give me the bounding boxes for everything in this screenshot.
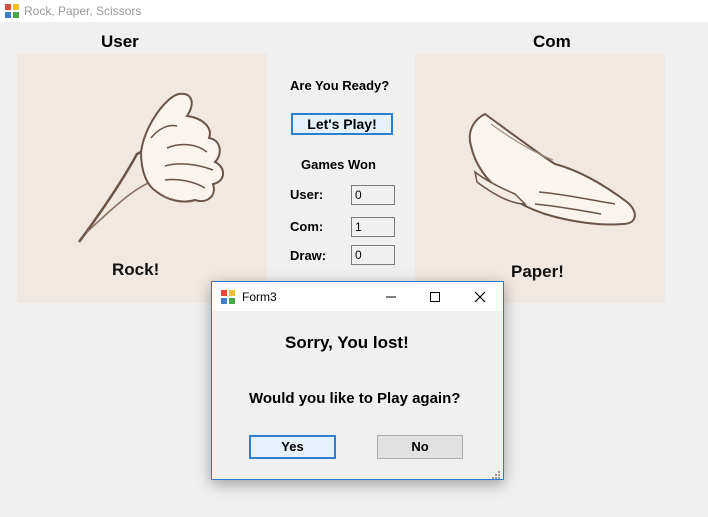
lets-play-button[interactable]: Let's Play!	[291, 113, 393, 135]
user-score-field[interactable]: 0	[351, 185, 395, 205]
ready-label: Are You Ready?	[290, 78, 390, 93]
dialog-title-bar[interactable]: Form3	[212, 282, 503, 311]
dialog-message: Sorry, You lost!	[285, 333, 409, 352]
no-button[interactable]: No	[377, 435, 463, 459]
window-title: Rock, Paper, Scissors	[24, 4, 142, 18]
minimize-button[interactable]	[369, 282, 413, 311]
user-heading: User	[101, 32, 139, 51]
com-choice-label: Paper!	[511, 262, 564, 281]
close-button[interactable]	[458, 282, 502, 311]
minimize-icon	[386, 296, 396, 297]
maximize-icon	[430, 291, 440, 302]
main-title-bar[interactable]: Rock, Paper, Scissors	[0, 0, 708, 22]
yes-button[interactable]: Yes	[249, 435, 336, 459]
dialog-question: Would you like to Play again?	[249, 390, 461, 407]
dialog-title: Form3	[242, 290, 277, 304]
user-score-label: User:	[290, 187, 324, 202]
app-icon	[220, 289, 236, 305]
draw-score-field[interactable]: 0	[351, 245, 395, 265]
resize-grip-icon[interactable]	[491, 467, 501, 479]
com-heading: Com	[533, 32, 571, 51]
draw-score-label: Draw:	[290, 248, 327, 263]
user-choice-label: Rock!	[112, 260, 160, 279]
result-dialog: Form3 Sorry, You lost! Would you like to…	[211, 281, 504, 480]
com-score-label: Com:	[290, 219, 324, 234]
games-won-label: Games Won	[301, 157, 376, 172]
close-icon	[474, 291, 486, 302]
com-score-field[interactable]: 1	[351, 217, 395, 237]
app-icon	[4, 3, 20, 19]
maximize-button[interactable]	[413, 282, 457, 311]
